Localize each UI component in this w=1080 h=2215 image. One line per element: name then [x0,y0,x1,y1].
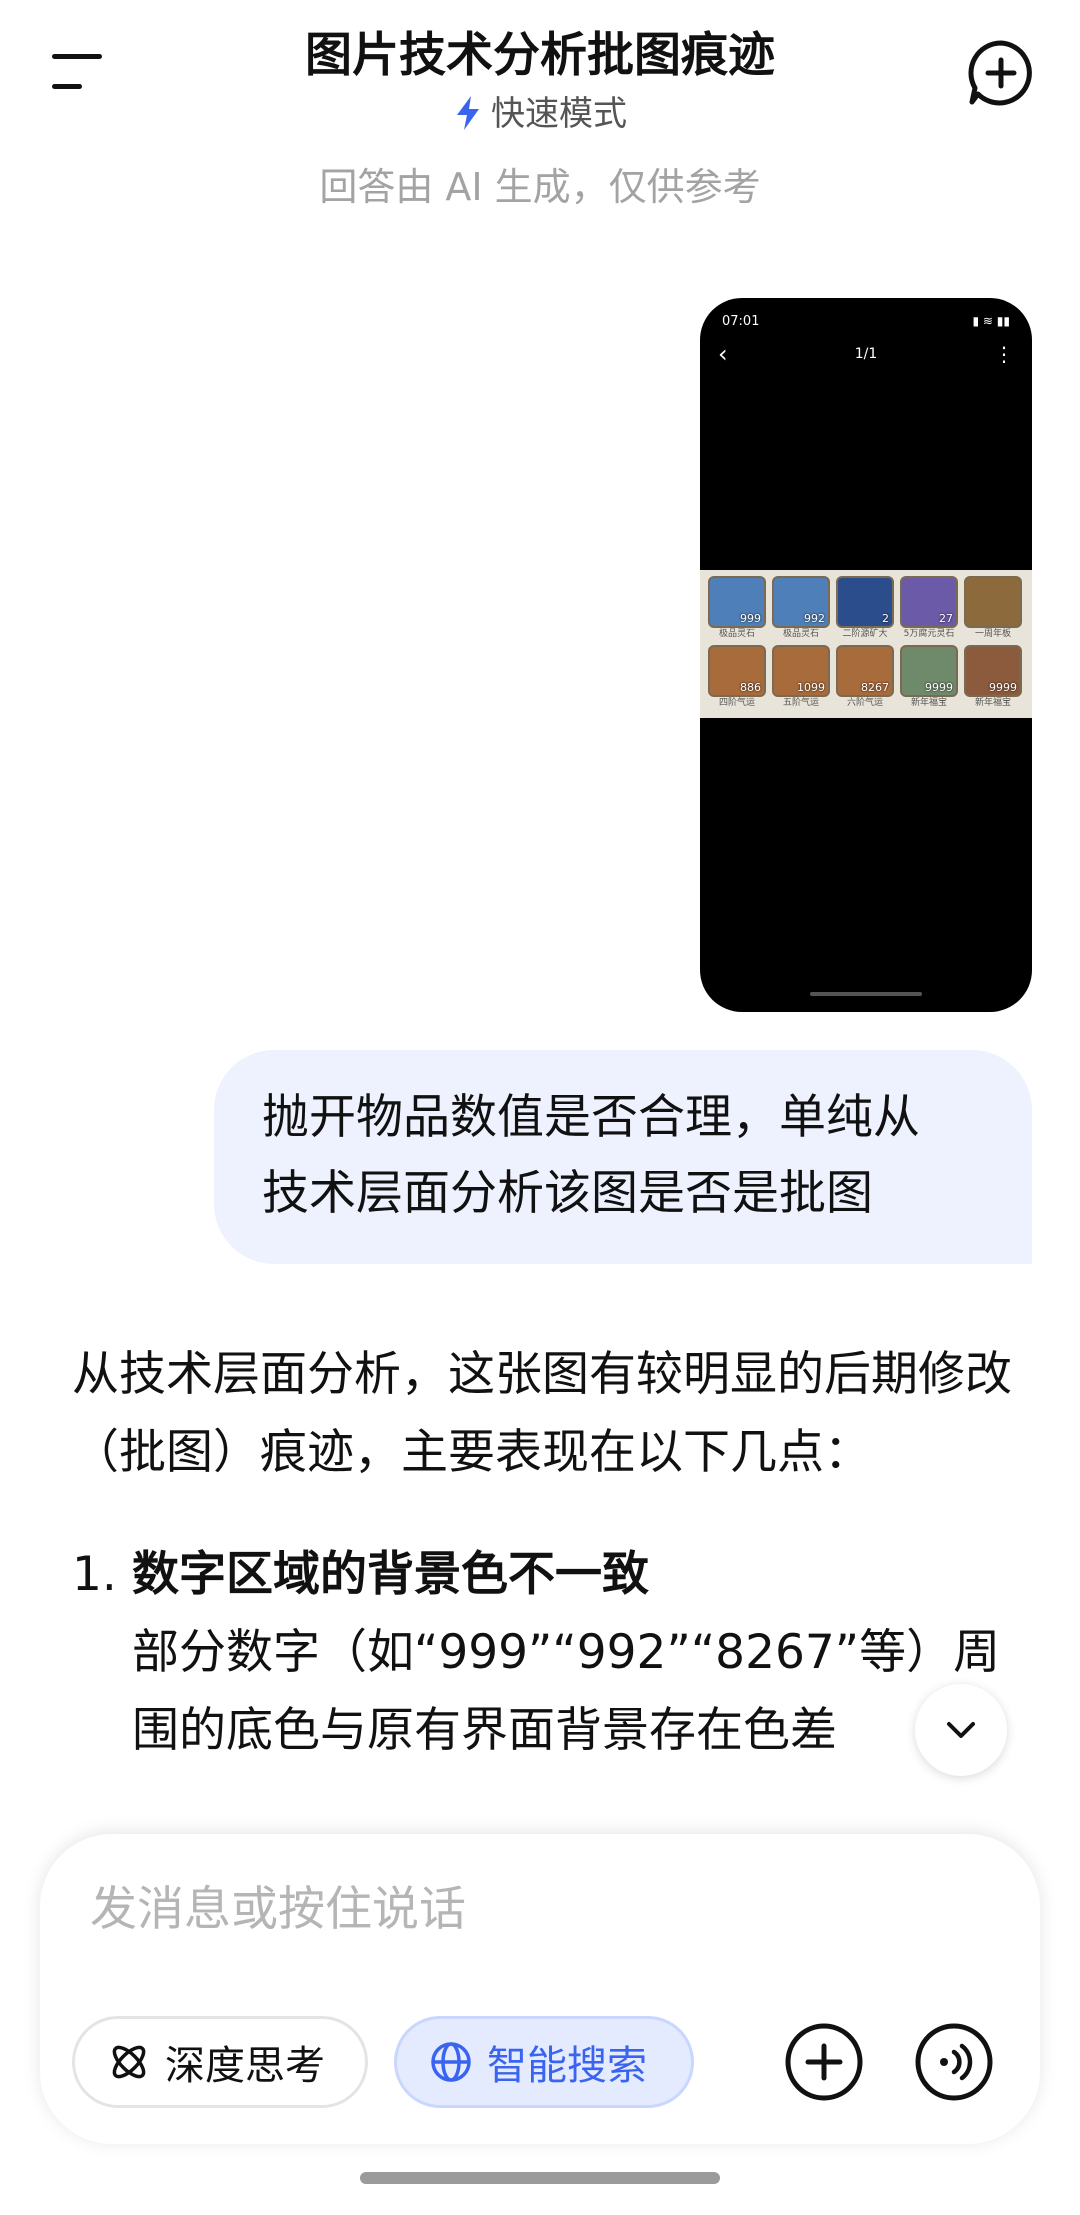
scroll-to-bottom-button[interactable] [915,1684,1007,1776]
voice-wave-icon [915,2023,993,2101]
add-attachment-button[interactable] [782,2020,866,2104]
item-icon: 27 [900,576,958,628]
inventory-slot: 一周年板 [964,576,1022,641]
item-icon: 992 [772,576,830,628]
item-name: 5万腐元灵石 [903,629,955,639]
smart-search-button[interactable]: 智能搜索 [394,2016,694,2108]
globe-icon [431,2042,471,2082]
atom-icon [112,2045,146,2079]
page-title: 图片技术分析批图痕迹 [305,28,775,83]
inventory-slot: 9999 新年福宝 [900,645,958,710]
item-name: 极品灵石 [718,629,755,639]
item-icon [964,576,1022,628]
inventory-slot: 27 5万腐元灵石 [900,576,958,641]
assistant-answer: 从技术层面分析，这张图有较明显的后期修改（批图）痕迹，主要表现在以下几点： 1.… [72,1336,1012,1770]
item-name: 新年福宝 [910,698,947,708]
item-name: 一周年板 [974,629,1011,639]
item-icon: 8267 [836,645,894,697]
item-icon: 9999 [900,645,958,697]
image-more-icon: ⋮ [994,342,1014,366]
smart-search-label: 智能搜索 [487,2043,647,2089]
item-count: 992 [804,612,825,625]
inventory-slot: 9999 新年福宝 [964,645,1022,710]
item-icon: 2 [836,576,894,628]
item-icon: 886 [708,645,766,697]
image-status-time: 07:01 [722,314,760,329]
inventory-strip: 999 极品灵石 992 极品灵石 2 二阶源矿大 27 5万腐元灵石 一周年板… [700,570,1032,718]
home-indicator[interactable] [360,2172,720,2184]
list-item-body: 部分数字（如“999”“992”“8267”等）周围的底色与原有界面背景存在色差 [132,1625,1001,1758]
inventory-slot: 2 二阶源矿大 [836,576,894,641]
message-composer: 深度思考 智能搜索 [40,1834,1040,2144]
lightning-icon [457,96,479,130]
mode-label: 快速模式 [491,94,627,134]
list-item-number: 1. [72,1547,117,1602]
item-name: 新年福宝 [974,698,1011,708]
item-count: 9999 [989,681,1017,694]
chevron-down-icon [947,1722,975,1738]
user-message-bubble[interactable]: 抛开物品数值是否合理，单纯从 技术层面分析该图是否是批图 [214,1050,1032,1264]
item-icon: 9999 [964,645,1022,697]
item-name: 极品灵石 [782,629,819,639]
image-home-bar [810,992,922,996]
inventory-slot: 8267 六阶气运 [836,645,894,710]
inventory-row: 999 极品灵石 992 极品灵石 2 二阶源矿大 27 5万腐元灵石 一周年板 [708,576,1032,641]
inventory-slot: 1099 五阶气运 [772,645,830,710]
answer-list-item: 1. 数字区域的背景色不一致 部分数字（如“999”“992”“8267”等）周围… [72,1536,1012,1770]
message-input[interactable] [90,1874,970,1944]
item-count: 886 [740,681,761,694]
inventory-slot: 886 四阶气运 [708,645,766,710]
item-count: 9999 [925,681,953,694]
deep-think-label: 深度思考 [165,2043,325,2089]
user-message-line: 技术层面分析该图是否是批图 [262,1166,873,1221]
item-count: 8267 [861,681,889,694]
answer-intro: 从技术层面分析，这张图有较明显的后期修改（批图）痕迹，主要表现在以下几点： [72,1347,1012,1480]
deep-think-button[interactable]: 深度思考 [72,2016,368,2108]
inventory-row: 886 四阶气运 1099 五阶气运 8267 六阶气运 9999 新年福宝 9… [708,645,1032,710]
ai-disclaimer: 回答由 AI 生成，仅供参考 [319,165,761,209]
item-name: 四阶气运 [718,698,755,708]
item-name: 五阶气运 [782,698,819,708]
list-item-heading: 数字区域的背景色不一致 [132,1547,649,1602]
image-status-icons: ▮ ≋ ▮▮ [972,314,1011,328]
inventory-slot: 992 极品灵石 [772,576,830,641]
plus-circle-icon [785,2023,863,2101]
item-name: 二阶源矿大 [842,629,888,639]
mode-indicator[interactable]: 快速模式 [0,86,1080,135]
item-count: 999 [740,612,761,625]
new-chat-button[interactable] [966,38,1036,108]
item-count: 1099 [797,681,825,694]
inventory-slot: 999 极品灵石 [708,576,766,641]
item-count: 2 [882,612,889,625]
item-icon: 1099 [772,645,830,697]
chat-screen: 图片技术分析批图痕迹 快速模式 回答由 AI 生成，仅供参考 07:01 ▮ ≋… [0,0,1080,2215]
voice-call-button[interactable] [912,2020,996,2104]
item-icon: 999 [708,576,766,628]
new-chat-icon [968,40,1032,106]
image-page-indicator: 1/1 [854,346,878,362]
user-message-line: 抛开物品数值是否合理，单纯从 [262,1090,920,1145]
item-name: 六阶气运 [846,698,883,708]
attached-image[interactable]: 07:01 ▮ ≋ ▮▮ ‹ 1/1 ⋮ 999 极品灵石 992 极品灵石 2… [700,298,1032,1012]
item-count: 27 [939,612,953,625]
